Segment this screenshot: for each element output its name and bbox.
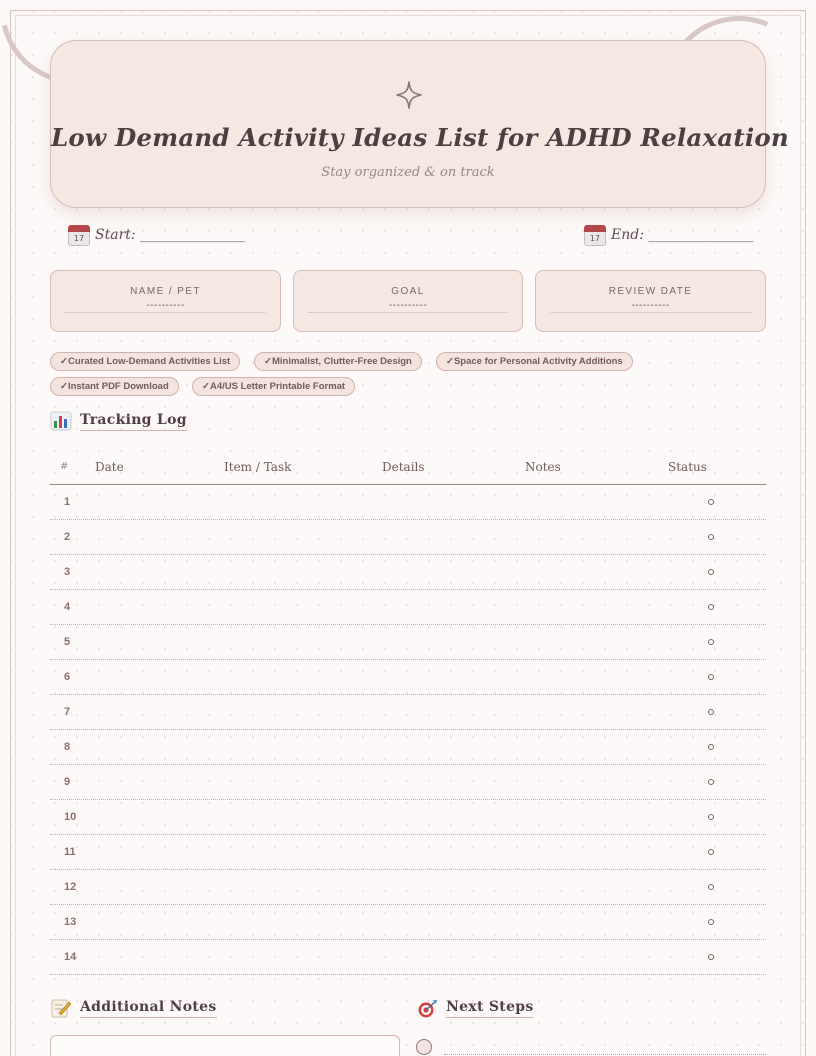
page-subtitle: Stay organized & on track [321, 165, 495, 180]
table-row: 2 [50, 520, 766, 555]
info-card-label: GOAL [391, 286, 425, 297]
info-card-value[interactable]: ---------- [65, 300, 266, 313]
column-header: # [60, 461, 69, 472]
status-circle[interactable] [708, 674, 714, 680]
status-circle[interactable] [708, 814, 714, 820]
memo-icon [51, 999, 72, 1018]
additional-notes-heading: Additional Notes [50, 998, 217, 1018]
row-number: 5 [64, 636, 71, 648]
row-number: 10 [64, 811, 77, 823]
status-circle[interactable] [708, 709, 714, 715]
table-row: 5 [50, 625, 766, 660]
section-title: Tracking Log [80, 412, 187, 431]
header-card: Low Demand Activity Ideas List for ADHD … [50, 40, 789, 208]
step-input-line[interactable] [444, 1054, 766, 1055]
info-card-review-date: REVIEW DATE ---------- [535, 270, 766, 332]
start-date-field[interactable]: Start: _______________ [95, 227, 245, 243]
row-number: 4 [64, 601, 71, 613]
feature-tag: ✓A4/US Letter Printable Format [192, 377, 356, 396]
status-circle[interactable] [708, 534, 714, 540]
calendar-icon: 17 [584, 224, 606, 246]
info-card-value[interactable]: ---------- [550, 300, 751, 313]
column-header: Date [95, 460, 124, 474]
status-circle[interactable] [708, 919, 714, 925]
table-header: # Date Item / Task Details Notes Status [50, 450, 766, 485]
row-number: 9 [64, 776, 71, 788]
status-circle[interactable] [708, 604, 714, 610]
table-row: 13 [50, 905, 766, 940]
info-card-label: NAME / PET [130, 286, 201, 297]
table-row: 14 [50, 940, 766, 975]
row-number: 14 [64, 951, 77, 963]
status-circle[interactable] [708, 569, 714, 575]
next-steps-heading: Next Steps [416, 998, 534, 1018]
column-header: Details [382, 460, 425, 474]
row-number: 13 [64, 916, 77, 928]
tracking-log-heading: Tracking Log [50, 411, 187, 431]
status-circle[interactable] [708, 884, 714, 890]
section-title: Additional Notes [80, 999, 217, 1018]
table-row: 4 [50, 590, 766, 625]
column-header: Notes [525, 460, 561, 474]
row-number: 8 [64, 741, 71, 753]
bar-chart-icon [50, 411, 72, 431]
page-title: Low Demand Activity Ideas List for ADHD … [51, 123, 789, 152]
info-card-goal: GOAL ---------- [293, 270, 523, 332]
step-checkbox[interactable] [416, 1039, 432, 1055]
section-title: Next Steps [446, 999, 534, 1018]
end-date-row: 17 End: _______________ [584, 224, 753, 246]
target-icon [418, 1000, 437, 1018]
status-circle[interactable] [708, 849, 714, 855]
table-row: 3 [50, 555, 766, 590]
info-card-label: REVIEW DATE [608, 286, 693, 297]
table-row: 8 [50, 730, 766, 765]
column-header: Status [668, 460, 707, 474]
table-row: 12 [50, 870, 766, 905]
column-header: Item / Task [224, 460, 292, 474]
row-number: 7 [64, 706, 71, 718]
status-circle[interactable] [708, 499, 714, 505]
status-circle[interactable] [708, 639, 714, 645]
feature-tag: ✓Minimalist, Clutter-Free Design [254, 352, 422, 371]
status-circle[interactable] [708, 954, 714, 960]
row-number: 12 [64, 881, 77, 893]
feature-tag: ✓Space for Personal Activity Additions [436, 352, 633, 371]
four-point-star-icon [396, 81, 422, 109]
table-row: 1 [50, 485, 766, 520]
feature-tag: ✓Instant PDF Download [50, 377, 179, 396]
row-number: 1 [64, 496, 71, 508]
info-card-value[interactable]: ---------- [308, 300, 508, 313]
row-number: 6 [64, 671, 71, 683]
additional-notes-input[interactable] [50, 1035, 400, 1056]
info-card-name-pet: NAME / PET ---------- [50, 270, 281, 332]
end-date-field[interactable]: End: _______________ [611, 227, 753, 243]
calendar-icon: 17 [68, 224, 90, 246]
row-number: 11 [64, 846, 76, 858]
table-row: 11 [50, 835, 766, 870]
next-step-item [416, 1038, 766, 1056]
start-date-row: 17 Start: _______________ [68, 224, 245, 246]
tracking-table: # Date Item / Task Details Notes Status … [50, 450, 766, 975]
status-circle[interactable] [708, 744, 714, 750]
row-number: 3 [64, 566, 71, 578]
table-row: 9 [50, 765, 766, 800]
status-circle[interactable] [708, 779, 714, 785]
row-number: 2 [64, 531, 71, 543]
table-row: 7 [50, 695, 766, 730]
table-row: 6 [50, 660, 766, 695]
table-row: 10 [50, 800, 766, 835]
feature-tag: ✓Curated Low-Demand Activities List [50, 352, 241, 371]
